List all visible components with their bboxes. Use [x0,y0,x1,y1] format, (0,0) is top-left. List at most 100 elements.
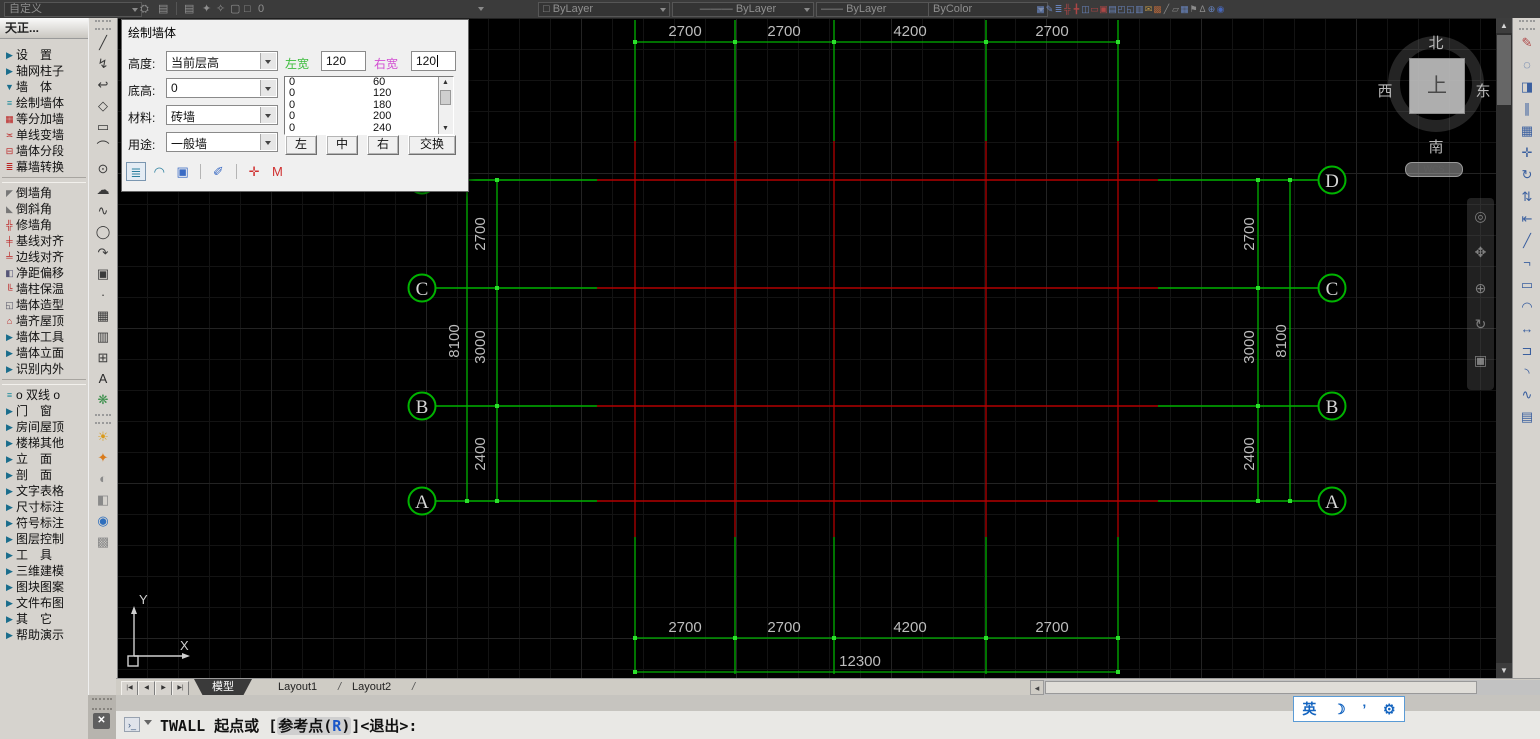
arc-wall-icon[interactable]: ◠ [149,162,169,181]
tool-icon[interactable]: ⚑ [1189,1,1198,17]
scale-icon[interactable]: ⇅ [1515,186,1539,208]
tab-layout2[interactable]: Layout2 [352,679,391,696]
plotstyle-control-dropdown[interactable]: ByColor [928,2,1048,17]
line-icon[interactable]: ╱ [91,32,115,53]
sidebar-item-other[interactable]: ▶其 它 [0,611,88,627]
tool-icon[interactable]: ╱ [1162,1,1171,17]
straight-wall-icon[interactable]: ≣ [126,162,146,181]
horizontal-scrollbar[interactable]: ◂ ▸ [1030,680,1540,695]
sidebar-item-wall-insulation[interactable]: ╚墙柱保温 [0,281,88,297]
scroll-left-arrow[interactable]: ◂ [1030,680,1044,695]
mirror-icon[interactable]: ◨ [1515,76,1539,98]
horizontal-axis-lines-red[interactable] [597,180,1158,501]
spline-edit-icon[interactable]: ∿ [1515,384,1539,406]
scroll-up-arrow[interactable]: ▲ [1496,18,1512,33]
align-right-button[interactable]: 右 [367,135,399,155]
pan-icon[interactable]: ✥ [1467,234,1494,270]
ellipse-arc-icon[interactable]: ↷ [91,242,115,263]
compass-north-label[interactable]: 北 [1423,32,1449,53]
sidebar-item-tools[interactable]: ▶工 具 [0,547,88,563]
sidebar-item-divide-wall[interactable]: ▦等分加墙 [0,111,88,127]
tool-icon[interactable]: Δ [1198,1,1207,17]
ellipse-icon[interactable]: ◯ [91,221,115,242]
cross-snap-icon[interactable]: ✛ [244,162,264,181]
compass-east-label[interactable]: 东 [1470,80,1496,101]
tool-icon[interactable]: ▦ [1180,1,1189,17]
tool-icon[interactable]: ╬ [1063,1,1072,17]
recent-commands-caret[interactable] [144,720,152,725]
tab-model[interactable]: 模型 [194,679,252,696]
material-dropdown[interactable]: 砖墙 [166,105,278,125]
sidebar-item-identify-inout[interactable]: ▶识别内外 [0,361,88,377]
sidebar-item-file-layout[interactable]: ▶文件布图 [0,595,88,611]
sidebar-item-settings[interactable]: ▶设 置 [0,47,88,63]
rotate-icon[interactable]: ↻ [1515,164,1539,186]
table-icon[interactable]: ⊞ [91,347,115,368]
materials-icon[interactable]: ◐ [91,468,115,489]
sidebar-item-help-demo[interactable]: ▶帮助演示 [0,627,88,643]
tool-icon[interactable]: ▥ [1135,1,1144,17]
punctuation-icon[interactable]: ’ [1362,701,1366,717]
vertical-grid-lines[interactable] [635,20,1118,674]
sidebar-item-axis-grid[interactable]: ▶轴网柱子 [0,63,88,79]
last-tab-button[interactable]: ▶| [172,681,189,696]
layer-off-icon[interactable]: ✧ [216,1,225,17]
list-item[interactable]: 0120 [285,88,453,99]
sidebar-item-block-pattern[interactable]: ▶图块图案 [0,579,88,595]
rectangle-icon[interactable]: ▭ [91,116,115,137]
chevron-down-icon[interactable] [260,134,276,150]
chevron-down-icon[interactable] [260,80,276,96]
list-item[interactable]: 0200 [285,111,453,122]
command-option[interactable]: 参考点(R) [277,717,351,735]
align-left-button[interactable]: 左 [285,135,317,155]
point-icon[interactable]: · [91,284,115,305]
mapping-icon[interactable]: ◧ [91,489,115,510]
sidebar-item-wall-to-roof[interactable]: ⌂墙齐屋顶 [0,313,88,329]
sidebar-item-dimension[interactable]: ▶尺寸标注 [0,499,88,515]
undo-icon[interactable]: ↩ [91,74,115,95]
scroll-down-arrow[interactable]: ▼ [440,123,451,134]
zoom-icon[interactable]: ⊕ [1467,270,1494,306]
toolbar-grip[interactable] [95,20,111,30]
array-icon[interactable]: ▦ [1515,120,1539,142]
chamfer-icon[interactable]: ⊐ [1515,340,1539,362]
revcloud-icon[interactable]: ☁ [91,179,115,200]
horizontal-axis-lines-green[interactable] [436,180,1319,501]
sidebar-item-clear-offset[interactable]: ◧净距偏移 [0,265,88,281]
sidebar-item-line-to-wall[interactable]: ≍单线变墙 [0,127,88,143]
layer-dropdown-caret[interactable] [478,7,484,11]
color-control-dropdown[interactable]: □ ByLayer [538,2,670,17]
dimension-lines[interactable] [467,42,1290,672]
tool-icon[interactable]: ◫ [1081,1,1090,17]
stretch-icon[interactable]: ⇤ [1515,208,1539,230]
sidebar-item-wall-segment[interactable]: ⊟墙体分段 [0,143,88,159]
compass-south-label[interactable]: 南 [1423,136,1449,157]
tool-icon[interactable]: ◉ [1216,1,1225,17]
wcs-dropdown[interactable]: WCS [1405,162,1463,177]
sidebar-item-chamfer-wall[interactable]: ◣倒斜角 [0,201,88,217]
orbit-icon[interactable]: ↻ [1467,306,1494,342]
sidebar-item-wall-tools[interactable]: ▶墙体工具 [0,329,88,345]
hatch-edit-icon[interactable]: ▤ [1515,406,1539,428]
sidebar-item-stairs-other[interactable]: ▶楼梯其他 [0,435,88,451]
circle-icon[interactable]: ⊙ [91,158,115,179]
light-icon[interactable]: ☀ [91,426,115,447]
vertical-scrollbar[interactable]: ▲ ▼ [1496,18,1512,678]
tool-icon[interactable]: ▤ [1108,1,1117,17]
compass-west-label[interactable]: 西 [1372,80,1398,101]
gear-icon[interactable]: ⛭ [140,1,149,17]
region-icon[interactable]: ❋ [91,389,115,410]
insert-block-icon[interactable]: ▣ [91,263,115,284]
prev-tab-button[interactable]: ◀ [138,681,155,696]
copy-icon[interactable]: ◌ [1515,54,1539,76]
sidebar-item-wall[interactable]: ▼墙 体 [0,79,88,95]
model-toggle-icon[interactable]: M [267,162,287,181]
pick-properties-icon[interactable]: ✐ [208,162,228,181]
customize-dropdown[interactable]: 自定义 [4,2,142,17]
listbox-scrollbar[interactable]: ▲ ▼ [438,77,453,134]
command-panel-grip[interactable]: ✕ [88,695,117,739]
sidebar-item-door-window[interactable]: ▶门 窗 [0,403,88,419]
sidebar-item-room-roof[interactable]: ▶房间屋顶 [0,419,88,435]
bottom-height-dropdown[interactable]: 0 [166,78,278,98]
close-icon[interactable]: ✕ [93,713,110,729]
